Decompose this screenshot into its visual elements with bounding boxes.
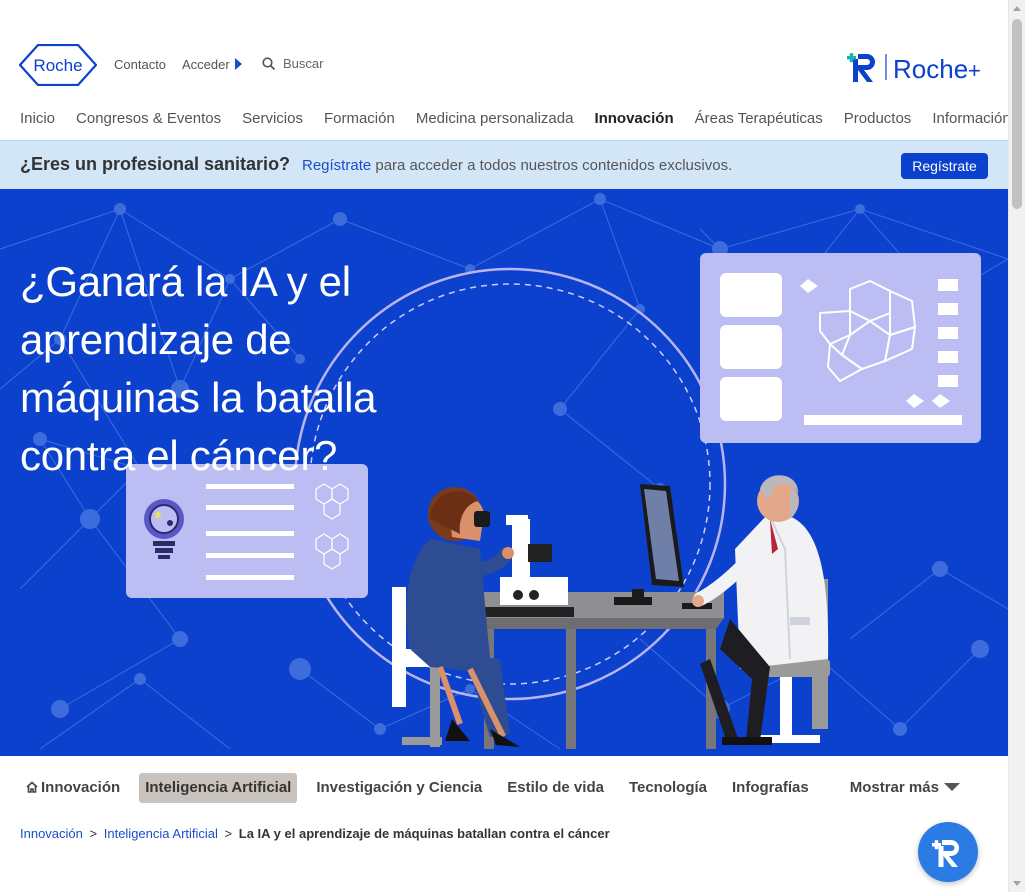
tab-infografias[interactable]: Infografías [726, 773, 815, 803]
rocheplus-r-icon [847, 53, 875, 82]
nav-item-inicio[interactable]: Inicio [20, 110, 55, 127]
roche-logo[interactable]: Roche [19, 44, 97, 86]
data-panel-right [700, 253, 981, 443]
tab-investigacion-ciencia[interactable]: Investigación y Ciencia [310, 773, 488, 803]
nav-item-areas-terapeuticas[interactable]: Áreas Terapéuticas [695, 110, 823, 127]
roche-logo-text: Roche [33, 56, 82, 75]
rocheplus-logo[interactable]: Roche + [846, 48, 986, 84]
section-tabs: Innovación Inteligencia Artificial Inves… [20, 773, 979, 803]
rocheplus-float-button[interactable] [918, 822, 978, 882]
hero-banner: ¿Ganará la IA y el aprendizaje de máquin… [0, 189, 1008, 756]
breadcrumb-separator: > [224, 826, 233, 841]
caret-right-icon [234, 58, 242, 70]
nav-item-productos[interactable]: Productos [844, 110, 912, 127]
breadcrumb: Innovación > Inteligencia Artificial > L… [20, 826, 610, 841]
chevron-down-icon [943, 783, 960, 791]
scroll-down-arrow[interactable] [1009, 875, 1025, 892]
caret-up-icon [1013, 6, 1021, 11]
nav-item-formacion[interactable]: Formación [324, 110, 395, 127]
breadcrumb-separator: > [89, 826, 98, 841]
search-icon [262, 56, 276, 70]
show-more-button[interactable]: Mostrar más [844, 773, 966, 803]
site-header: Roche Contacto Acceder Buscar Roche + In… [0, 0, 1025, 140]
login-label: Acceder [182, 57, 230, 72]
scroll-thumb[interactable] [1012, 19, 1022, 209]
hero-title: ¿Ganará la IA y el aprendizaje de máquin… [20, 258, 377, 479]
tab-inteligencia-artificial[interactable]: Inteligencia Artificial [139, 773, 298, 803]
page-scrollbar[interactable] [1008, 0, 1025, 892]
tab-home-innovacion[interactable]: Innovación [20, 773, 126, 803]
breadcrumb-inteligencia-artificial[interactable]: Inteligencia Artificial [104, 826, 218, 841]
rocheplus-plus: + [968, 58, 981, 83]
breadcrumb-innovacion[interactable]: Innovación [20, 826, 83, 841]
nav-item-servicios[interactable]: Servicios [242, 110, 303, 127]
search-placeholder: Buscar [283, 56, 324, 71]
show-more-label: Mostrar más [849, 779, 939, 796]
nav-item-congresos[interactable]: Congresos & Eventos [76, 110, 221, 127]
tab-tecnologia[interactable]: Tecnología [623, 773, 713, 803]
tab-estilo-de-vida[interactable]: Estilo de vida [501, 773, 610, 803]
rocheplus-r-icon [932, 840, 959, 867]
search-input[interactable]: Buscar [262, 56, 323, 71]
breadcrumb-current: La IA y el aprendizaje de máquinas batal… [238, 826, 610, 841]
professional-banner: ¿Eres un profesional sanitario? Regístra… [0, 140, 1008, 189]
banner-question: ¿Eres un profesional sanitario? [20, 154, 291, 174]
main-nav: Inicio Congresos & Eventos Servicios For… [20, 110, 1025, 127]
caret-down-icon [1013, 881, 1021, 886]
login-link[interactable]: Acceder [182, 57, 242, 72]
banner-register-link[interactable]: Regístrate [302, 157, 371, 174]
banner-invite: Regístrate para acceder a todos nuestros… [302, 157, 732, 174]
tab-home-label: Innovación [41, 779, 121, 796]
nav-item-medicina-personalizada[interactable]: Medicina personalizada [416, 110, 574, 127]
rocheplus-text: Roche [893, 54, 968, 84]
home-icon [26, 781, 38, 793]
scroll-up-arrow[interactable] [1009, 0, 1025, 17]
banner-invite-text: para acceder a todos nuestros contenidos… [371, 157, 733, 174]
nav-item-innovacion[interactable]: Innovación [594, 110, 673, 127]
contact-link[interactable]: Contacto [114, 57, 166, 72]
register-button[interactable]: Regístrate [901, 153, 988, 179]
